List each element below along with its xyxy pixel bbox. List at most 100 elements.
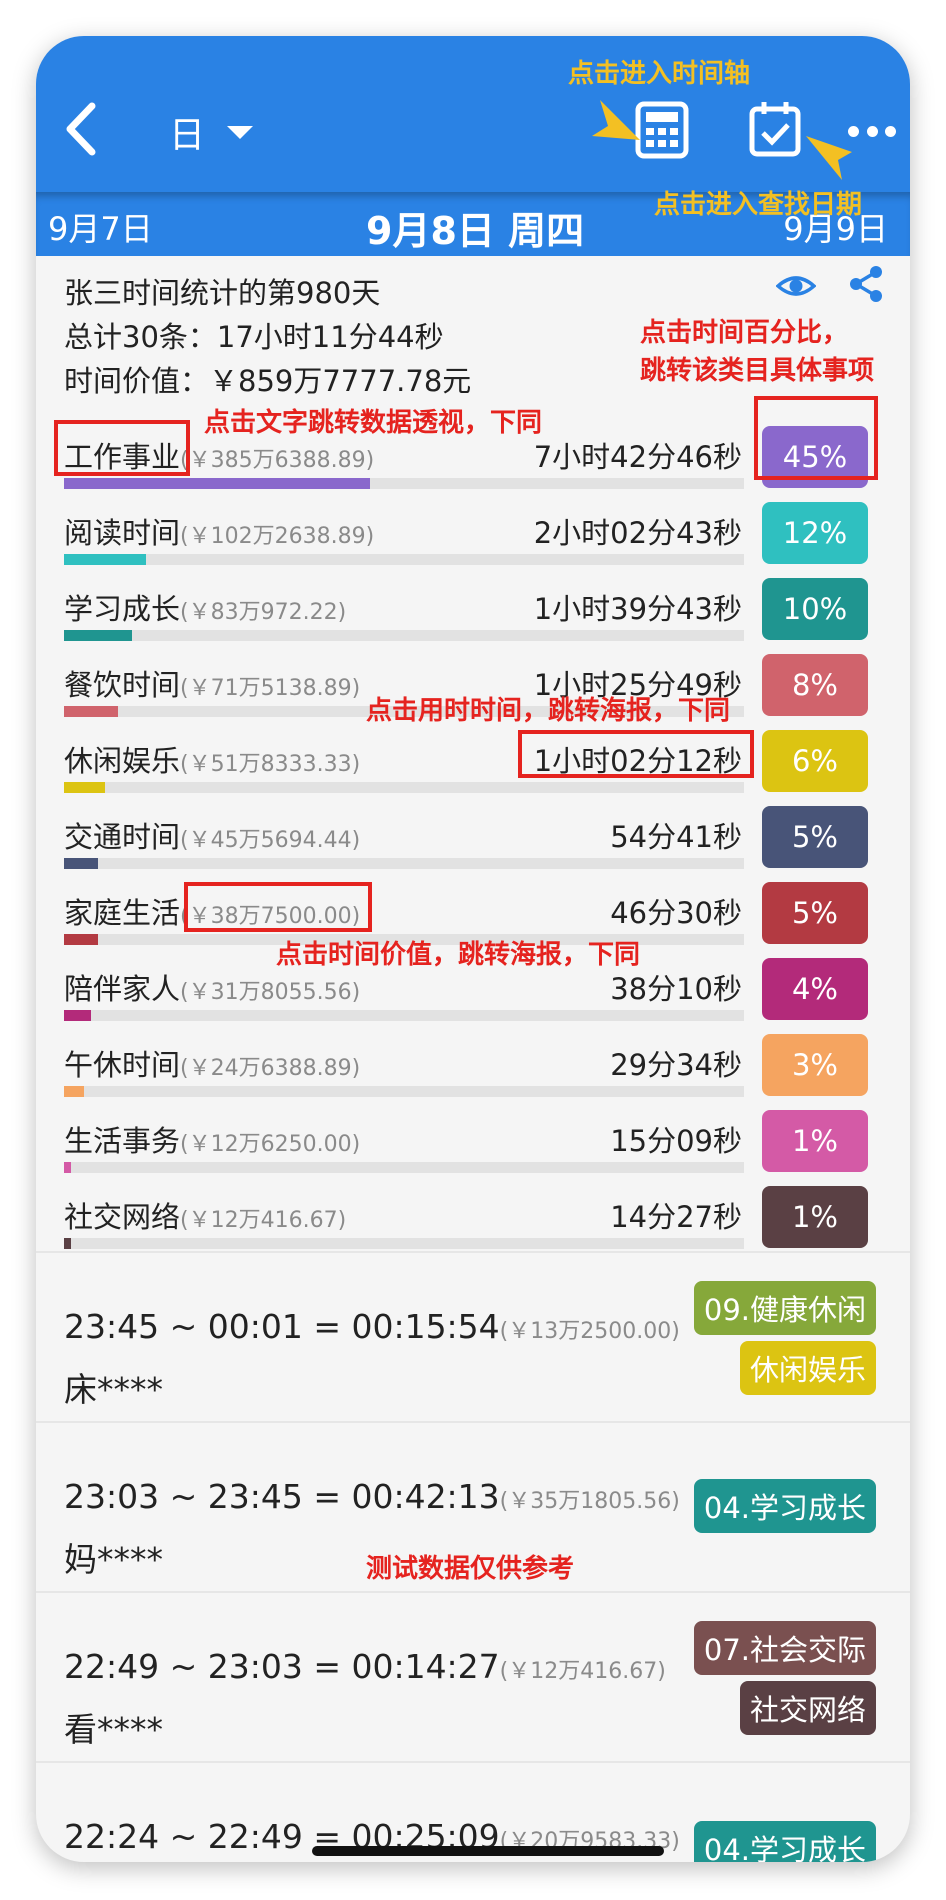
category-duration[interactable]: 15分09秒 [610, 1118, 742, 1160]
calendar-check-icon[interactable] [748, 100, 802, 158]
progress-track [64, 1162, 744, 1173]
progress-track [64, 1010, 744, 1021]
category-value[interactable]: (￥31万8055.56) [180, 980, 360, 1005]
value-hint-note: 点击时间价值，跳转海报，下同 [276, 940, 641, 970]
category-value[interactable]: (￥12万6250.00) [180, 1132, 360, 1157]
category-row: 阅读时间(￥102万2638.89) 2小时02分43秒 12% [36, 498, 910, 574]
category-duration[interactable]: 38分10秒 [610, 966, 742, 1008]
category-duration[interactable]: 29分34秒 [610, 1042, 742, 1084]
record-tag[interactable]: 04.学习成长 [693, 1821, 876, 1862]
progress-fill [64, 1162, 71, 1173]
current-date: 9月8日 周四 [366, 209, 585, 253]
timeline-calculator-icon[interactable] [634, 100, 690, 160]
phone-screen: 日 9月7日 9月8日 周四 9月9日 点击进入时间轴 点击进入查找日期 张三时… [36, 36, 910, 1862]
record-value[interactable]: (￥13万2500.00) [500, 1319, 680, 1344]
progress-track [64, 782, 744, 793]
previous-date-button[interactable]: 9月7日 [48, 204, 153, 250]
progress-fill [64, 782, 105, 793]
progress-fill [64, 706, 118, 717]
record-value[interactable]: (￥12万416.67) [500, 1659, 666, 1684]
date-find-hint-note: 点击进入查找日期 [654, 190, 863, 220]
category-value[interactable]: (￥102万2638.89) [180, 524, 374, 549]
category-name[interactable]: 阅读时间(￥102万2638.89) [64, 510, 374, 552]
category-name[interactable]: 交通时间(￥45万5694.44) [64, 814, 360, 856]
category-name[interactable]: 餐饮时间(￥71万5138.89) [64, 662, 360, 704]
progress-track [64, 1086, 744, 1097]
record-time-range[interactable]: 22:49 ~ 23:03 = 00:14:27(￥12万416.67) [64, 1647, 666, 1686]
progress-fill [64, 478, 370, 489]
progress-track [64, 554, 744, 565]
category-name[interactable]: 陪伴家人(￥31万8055.56) [64, 966, 360, 1008]
text-hint-note: 点击文字跳转数据透视，下同 [204, 408, 543, 438]
category-duration[interactable]: 2小时02分43秒 [534, 510, 742, 552]
day-count-text: 张三时间统计的第980天 [64, 276, 381, 310]
category-value[interactable]: (￥51万8333.33) [180, 752, 360, 777]
time-record[interactable]: 23:45 ~ 00:01 = 00:15:54(￥13万2500.00) 床*… [36, 1251, 910, 1423]
progress-track [64, 858, 744, 869]
category-row: 社交网络(￥12万416.67) 14分27秒 1% [36, 1182, 910, 1258]
timeline-hint-note: 点击进入时间轴 [568, 59, 751, 89]
category-row: 学习成长(￥83万972.22) 1小时39分43秒 10% [36, 574, 910, 650]
category-name[interactable]: 午休时间(￥24万6388.89) [64, 1042, 360, 1084]
progress-track [64, 1238, 744, 1249]
progress-fill [64, 1010, 91, 1021]
category-value[interactable]: (￥24万6388.89) [180, 1056, 360, 1081]
category-duration[interactable]: 54分41秒 [610, 814, 742, 856]
time-record[interactable]: 22:49 ~ 23:03 = 00:14:27(￥12万416.67) 看**… [36, 1591, 910, 1763]
record-tag[interactable]: 09.健康休闲 [693, 1281, 876, 1335]
category-percent-button[interactable]: 12% [762, 502, 868, 564]
progress-fill [64, 630, 132, 641]
category-name[interactable]: 学习成长(￥83万972.22) [64, 586, 346, 628]
view-mode-dropdown[interactable]: 日 [169, 102, 254, 162]
category-name[interactable]: 生活事务(￥12万6250.00) [64, 1118, 360, 1160]
category-duration[interactable]: 14分27秒 [610, 1194, 742, 1236]
total-time-text: 总计30条：17小时11分44秒 [64, 320, 444, 354]
highlight-box [54, 420, 190, 476]
category-value[interactable]: (￥83万972.22) [180, 600, 346, 625]
category-name[interactable]: 休闲娱乐(￥51万8333.33) [64, 738, 360, 780]
category-duration[interactable]: 7小时42分46秒 [534, 434, 742, 476]
category-value[interactable]: (￥45万5694.44) [180, 828, 360, 853]
time-value-text: 时间价值：￥859万7777.78元 [64, 364, 472, 398]
record-tag[interactable]: 07.社会交际 [693, 1621, 876, 1675]
category-value[interactable]: (￥385万6388.89) [180, 448, 374, 473]
record-title: 看**** [64, 1710, 163, 1749]
category-duration[interactable]: 1小时39分43秒 [534, 586, 742, 628]
test-data-note: 测试数据仅供参考 [366, 1554, 575, 1584]
category-value[interactable]: (￥12万416.67) [180, 1208, 346, 1233]
app-bar: 日 [36, 36, 910, 192]
duration-hint-note: 点击用时时间，跳转海报，下同 [366, 696, 731, 726]
share-icon[interactable] [848, 264, 884, 304]
category-row: 交通时间(￥45万5694.44) 54分41秒 5% [36, 802, 910, 878]
record-time-range[interactable]: 23:03 ~ 23:45 = 00:42:13(￥35万1805.56) [64, 1477, 680, 1516]
record-title: 床**** [64, 1370, 163, 1409]
category-percent-button[interactable]: 6% [762, 730, 868, 792]
category-percent-button[interactable]: 4% [762, 958, 868, 1020]
record-tag[interactable]: 休闲娱乐 [739, 1341, 876, 1395]
category-value[interactable]: (￥71万5138.89) [180, 676, 360, 701]
category-percent-button[interactable]: 5% [762, 806, 868, 868]
category-duration[interactable]: 46分30秒 [610, 890, 742, 932]
category-percent-button[interactable]: 8% [762, 654, 868, 716]
progress-track [64, 478, 744, 489]
category-percent-button[interactable]: 5% [762, 882, 868, 944]
record-tag[interactable]: 04.学习成长 [693, 1479, 876, 1533]
arrow-icon [806, 136, 852, 180]
record-time-range[interactable]: 23:45 ~ 00:01 = 00:15:54(￥13万2500.00) [64, 1307, 680, 1346]
category-name[interactable]: 社交网络(￥12万416.67) [64, 1194, 346, 1236]
more-options-icon[interactable] [848, 116, 896, 146]
category-percent-button[interactable]: 3% [762, 1034, 868, 1096]
highlight-box [184, 882, 372, 932]
home-indicator [312, 1846, 664, 1856]
eye-icon[interactable] [776, 266, 816, 306]
record-value[interactable]: (￥35万1805.56) [500, 1489, 680, 1514]
progress-fill [64, 1238, 71, 1249]
record-tag[interactable]: 社交网络 [739, 1681, 876, 1735]
progress-fill [64, 858, 98, 869]
category-row: 生活事务(￥12万6250.00) 15分09秒 1% [36, 1106, 910, 1182]
category-percent-button[interactable]: 1% [762, 1110, 868, 1172]
back-icon[interactable] [56, 94, 106, 164]
category-percent-button[interactable]: 10% [762, 578, 868, 640]
category-row: 午休时间(￥24万6388.89) 29分34秒 3% [36, 1030, 910, 1106]
category-percent-button[interactable]: 1% [762, 1186, 868, 1248]
